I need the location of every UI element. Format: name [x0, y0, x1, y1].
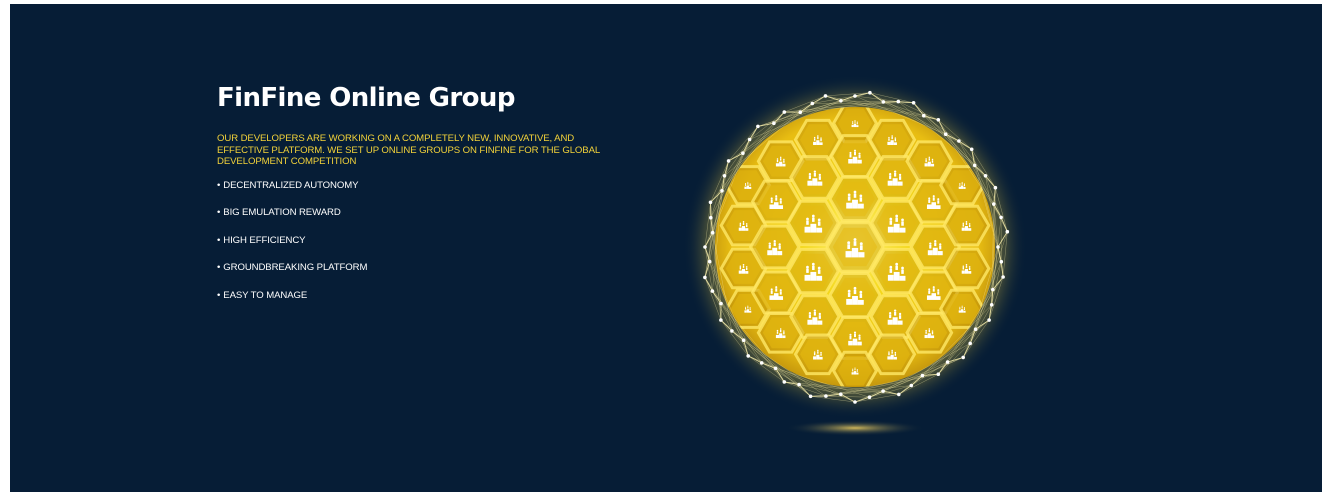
feature-item: • GROUNDBREAKING PLATFORM [217, 262, 637, 274]
hex-tile [789, 294, 841, 339]
hex-tile [828, 272, 882, 319]
intro-text: OUR DEVELOPERS ARE WORKING ON A COMPLETE… [217, 133, 600, 167]
globe-illustration [675, 72, 1035, 440]
feature-label: EASY TO MANAGE [223, 289, 308, 301]
hex-tile [748, 224, 801, 270]
hex-tile [942, 204, 991, 247]
bullet: • [217, 234, 221, 246]
page-title: FinFine Online Group [217, 83, 515, 113]
hex-tile [828, 175, 882, 222]
feature-label: HIGH EFFICIENCY [223, 234, 306, 246]
hex-tile [868, 333, 917, 376]
hex-tile [831, 350, 879, 387]
bullet: • [217, 179, 221, 191]
globe-shadow [785, 420, 925, 436]
hex-tile [868, 118, 917, 161]
feature-item: • DECENTRALIZED AUTONOMY [217, 180, 637, 192]
hero-section: FinFine Online Group OUR DEVELOPERS ARE … [10, 4, 1322, 492]
hex-tile [905, 312, 954, 354]
bullet: • [217, 289, 221, 301]
feature-list: • DECENTRALIZED AUTONOMY • BIG EMULATION R… [217, 180, 637, 302]
golden-globe-icon [683, 75, 1027, 436]
feature-label: BIG EMULATION REWARD [223, 207, 341, 218]
hero-content: FinFine Online Group OUR DEVELOPERS ARE … [217, 81, 637, 317]
feature-item: • HIGH EFFICIENCY [217, 235, 637, 247]
feature-item: • EASY TO MANAGE [217, 290, 637, 302]
hex-tile [905, 140, 954, 182]
feature-label: GROUNDBREAKING PLATFORM [223, 262, 368, 273]
bullet: • [217, 262, 221, 273]
bullet: • [217, 207, 221, 218]
hex-tile [942, 247, 991, 290]
feature-label: DECENTRALIZED AUTONOMY [223, 179, 359, 191]
feature-item: • BIG EMULATION REWARD [217, 207, 637, 219]
page: FinFine Online Group OUR DEVELOPERS ARE … [0, 0, 1338, 492]
hex-tile [789, 155, 841, 200]
